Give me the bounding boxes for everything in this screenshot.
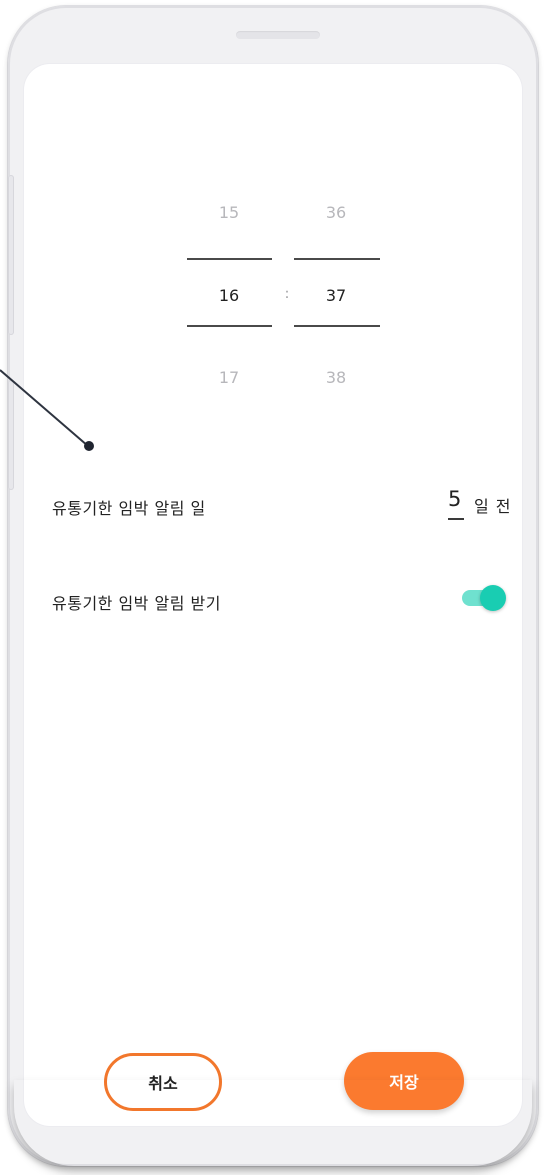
toggle-thumb — [480, 585, 506, 611]
hour-selected[interactable]: 16 — [199, 286, 259, 305]
notify-days-label: 유통기한 임박 알림 일 — [52, 499, 206, 518]
minute-top-divider — [294, 258, 380, 260]
notify-toggle-label: 유통기한 임박 알림 받기 — [52, 594, 221, 613]
hour-next[interactable]: 17 — [199, 368, 259, 387]
minute-prev[interactable]: 36 — [306, 203, 366, 222]
notify-toggle-switch[interactable] — [462, 585, 506, 611]
notify-days-input[interactable]: 5 — [448, 487, 461, 511]
phone-side-button — [8, 380, 14, 490]
time-separator: : — [284, 286, 290, 302]
minute-next[interactable]: 38 — [306, 368, 366, 387]
cancel-button[interactable]: 취소 — [104, 1053, 222, 1111]
phone-side-button — [8, 175, 14, 335]
hour-prev[interactable]: 15 — [199, 203, 259, 222]
notify-days-underline — [448, 518, 464, 520]
hour-top-divider — [187, 258, 272, 260]
notify-days-unit: 일 전 — [474, 497, 512, 516]
phone-speaker — [236, 31, 320, 39]
minute-selected[interactable]: 37 — [306, 286, 366, 305]
save-button[interactable]: 저장 — [344, 1052, 464, 1110]
hour-bottom-divider — [187, 325, 272, 327]
minute-bottom-divider — [294, 325, 380, 327]
